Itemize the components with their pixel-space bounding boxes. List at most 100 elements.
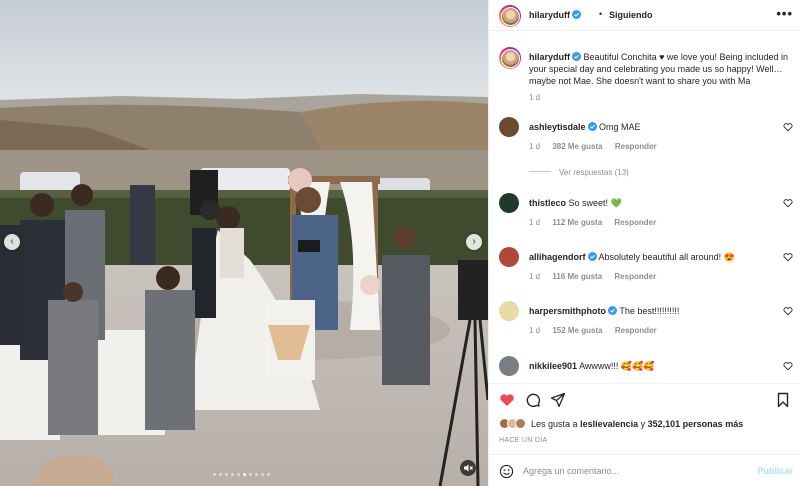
liked-heart-icon[interactable] (499, 392, 515, 408)
slide-dot (237, 473, 240, 476)
next-slide-button[interactable]: › (466, 234, 482, 250)
replies-dash (529, 171, 551, 172)
commenter-username[interactable]: harpersmithphoto (529, 306, 606, 316)
slide-dot (219, 473, 222, 476)
comment-text: Awwww!!! 🥰🥰🥰 (579, 361, 655, 371)
previous-slide-button[interactable]: ‹ (4, 234, 20, 250)
likes-count[interactable]: 352,101 personas más (648, 419, 744, 429)
slide-dot (255, 473, 258, 476)
reply-button[interactable]: Responder (615, 142, 657, 151)
likes-prefix: Les gusta a (531, 418, 578, 429)
likes-user[interactable]: lesliev​alencia (580, 419, 638, 429)
post-details-panel: hilaryduff • Siguiendo ••• hilaryduff Be… (488, 0, 800, 486)
comment-likes[interactable]: 112 Me gusta (552, 218, 602, 227)
like-comment-heart-icon[interactable] (783, 122, 793, 132)
comment-likes[interactable]: 382 Me gusta (552, 142, 602, 151)
slide-dot (261, 473, 264, 476)
caption-timestamp: 1 d (529, 93, 541, 102)
comment-likes[interactable]: 116 Me gusta (552, 272, 602, 281)
verified-badge-icon (572, 52, 582, 61)
liker-avatar[interactable] (515, 418, 526, 429)
post-header: hilaryduff • Siguiendo ••• (489, 0, 800, 31)
comments-list[interactable]: hilaryduff Beautiful Conchita ♥ we love … (489, 31, 800, 383)
comment-item: allihagendorf Absolutely beautiful all a… (489, 247, 800, 297)
commenter-avatar[interactable] (499, 117, 519, 137)
slide-dot (231, 473, 234, 476)
caption-author-avatar[interactable] (499, 47, 521, 69)
author-username[interactable]: hilaryduff (529, 10, 570, 20)
save-bookmark-icon[interactable] (775, 392, 791, 408)
comment-meta: 1 d 116 Me gusta Responder (529, 272, 656, 281)
comment-time: 1 d (529, 142, 541, 151)
comment-input[interactable] (523, 463, 743, 479)
add-comment-bar: Publicar (489, 454, 800, 486)
comment-icon[interactable] (525, 392, 541, 408)
view-replies-label[interactable]: Ver respuestas (13) (559, 168, 629, 177)
like-comment-heart-icon[interactable] (783, 306, 793, 316)
author-name[interactable]: hilaryduff (529, 10, 582, 20)
post-actions: Les gusta a lesliev​alencia y 352,101 pe… (489, 383, 800, 486)
likes-text: Les gusta a lesliev​alencia y 352,101 pe… (531, 419, 743, 429)
slide-indicator (213, 473, 270, 476)
verified-badge-icon (587, 252, 597, 261)
slide-dot (213, 473, 216, 476)
following-button[interactable]: Siguiendo (609, 10, 653, 20)
comment-item: harpersmithphoto The best!!!!!!!!!! 1 d … (489, 301, 800, 351)
slide-dot (267, 473, 270, 476)
comment-item: thistleco So sweet! 💚 1 d 112 Me gusta R… (489, 193, 800, 243)
emoji-icon[interactable] (499, 464, 514, 479)
publish-button[interactable]: Publicar (757, 466, 793, 476)
comment-meta: 1 d 152 Me gusta Responder (529, 326, 657, 335)
slide-dot (243, 473, 246, 476)
verified-badge-icon (608, 306, 618, 315)
caption-username[interactable]: hilaryduff (529, 52, 570, 62)
comment-line: allihagendorf Absolutely beautiful all a… (529, 252, 735, 263)
comment-text: The best!!!!!!!!!! (619, 306, 680, 316)
separator-dot: • (599, 9, 603, 19)
reply-button[interactable]: Responder (615, 326, 657, 335)
commenter-username[interactable]: ashleytisdale (529, 122, 586, 132)
speaker-muted-icon (464, 464, 473, 472)
comment-text: Omg MAE (599, 122, 641, 132)
commenter-username[interactable]: thistleco (529, 198, 566, 208)
comment-line: nikkilee901 Awwww!!! 🥰🥰🥰 (529, 361, 655, 372)
slide-dot (249, 473, 252, 476)
comment-item: nikkilee901 Awwww!!! 🥰🥰🥰 (489, 356, 800, 383)
author-avatar[interactable] (499, 5, 521, 27)
commenter-username[interactable]: allihagendorf (529, 252, 586, 262)
like-comment-heart-icon[interactable] (783, 361, 793, 371)
likes-summary: Les gusta a lesliev​alencia y 352,101 pe… (499, 418, 743, 429)
comment-line: thistleco So sweet! 💚 (529, 198, 622, 209)
comment-text: So sweet! 💚 (568, 198, 622, 208)
more-options-icon[interactable]: ••• (776, 6, 793, 21)
comment-time: 1 d (529, 272, 541, 281)
comment-time: 1 d (529, 218, 541, 227)
wedding-photo (0, 0, 488, 486)
slide-dot (225, 473, 228, 476)
like-comment-heart-icon[interactable] (783, 198, 793, 208)
mute-toggle-button[interactable] (460, 460, 476, 476)
reply-button[interactable]: Responder (614, 218, 656, 227)
comment-text: Absolutely beautiful all around! 😍 (598, 252, 735, 262)
verified-badge-icon (587, 122, 597, 131)
likes-connector: y (640, 418, 646, 429)
verified-badge-icon (572, 10, 582, 19)
share-icon[interactable] (550, 392, 566, 408)
view-replies-button[interactable]: Ver respuestas (13) (529, 168, 629, 177)
comment-line: harpersmithphoto The best!!!!!!!!!! (529, 306, 679, 316)
like-comment-heart-icon[interactable] (783, 252, 793, 262)
commenter-avatar[interactable] (499, 247, 519, 267)
comment-likes[interactable]: 152 Me gusta (552, 326, 602, 335)
post-timestamp[interactable]: HACE UN DÍA (499, 437, 547, 444)
reply-button[interactable]: Responder (614, 272, 656, 281)
commenter-username[interactable]: nikkilee901 (529, 361, 577, 371)
post-caption: hilaryduff Beautiful Conchita ♥ we love … (529, 51, 793, 87)
comment-meta: 1 d 112 Me gusta Responder (529, 218, 656, 227)
commenter-avatar[interactable] (499, 301, 519, 321)
post-media[interactable]: ‹ › (0, 0, 488, 486)
comment-meta: 1 d 382 Me gusta Responder (529, 142, 657, 151)
comment-item: ashleytisdale Omg MAE 1 d 382 Me gusta R… (489, 117, 800, 167)
comment-line: ashleytisdale Omg MAE (529, 122, 641, 132)
commenter-avatar[interactable] (499, 356, 519, 376)
commenter-avatar[interactable] (499, 193, 519, 213)
